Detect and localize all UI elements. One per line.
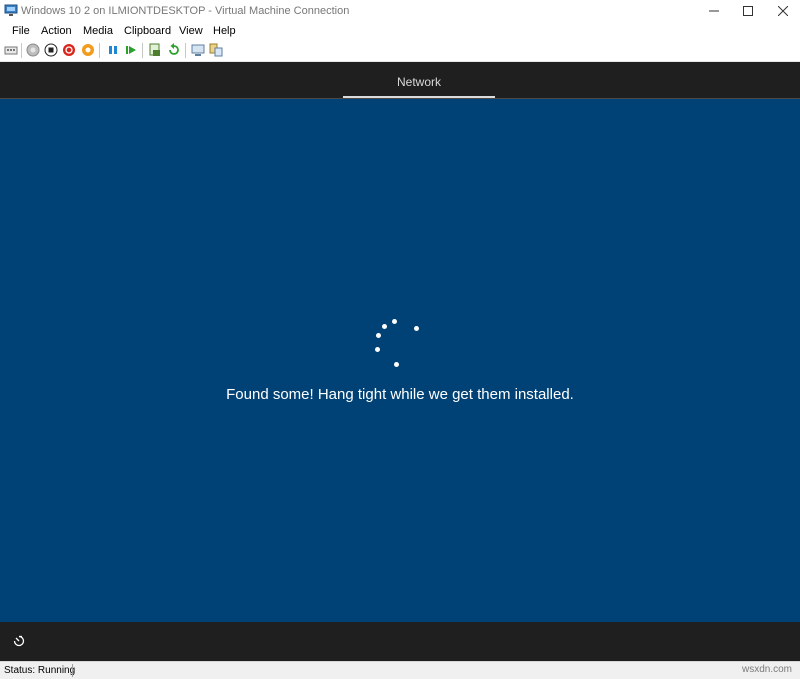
toolbar (0, 40, 800, 62)
save-icon[interactable] (81, 43, 95, 57)
menu-clipboard[interactable]: Clipboard (124, 25, 171, 37)
ctrl-alt-del-icon[interactable] (4, 43, 18, 57)
toolbar-separator (21, 43, 22, 58)
pause-icon[interactable] (106, 43, 120, 57)
start-icon[interactable] (26, 43, 40, 57)
network-tab: Network (396, 75, 441, 89)
status-separator (72, 664, 73, 677)
vm-status: Status: Running (4, 665, 76, 676)
spinner-dot (376, 333, 381, 338)
share-icon[interactable] (209, 43, 223, 57)
menu-view[interactable]: View (179, 25, 203, 37)
spinner-dot (414, 326, 419, 331)
vm-display[interactable]: Network Found some! Hang tight while we … (0, 62, 800, 661)
close-icon (777, 6, 788, 16)
toolbar-separator (99, 43, 100, 58)
installing-message: Found some! Hang tight while we get them… (226, 386, 574, 403)
enhanced-session-icon[interactable] (191, 43, 205, 57)
window-title: Windows 10 2 on ILMIONTDESKTOP - Virtual… (21, 5, 350, 17)
spinner-dot (382, 324, 387, 329)
toolbar-separator (185, 43, 186, 58)
close-button[interactable] (766, 0, 799, 22)
minimize-button[interactable] (697, 0, 730, 22)
toolbar-separator (142, 43, 143, 58)
menu-action[interactable]: Action (41, 25, 72, 37)
spinner-dot (392, 319, 397, 324)
menu-file[interactable]: File (12, 25, 30, 37)
menu-media[interactable]: Media (83, 25, 113, 37)
oobe-footer (0, 622, 800, 661)
ease-of-access-icon[interactable] (11, 633, 27, 649)
spinner-dot (394, 362, 399, 367)
menu-bar: File Action Media Clipboard View Help (0, 22, 800, 40)
maximize-button[interactable] (731, 0, 764, 22)
checkpoint-icon[interactable] (148, 43, 162, 57)
resume-icon[interactable] (124, 43, 138, 57)
shut-down-icon[interactable] (62, 43, 76, 57)
oobe-header: Network (0, 62, 800, 98)
watermark: wsxdn.com (741, 664, 792, 675)
title-bar: Windows 10 2 on ILMIONTDESKTOP - Virtual… (0, 0, 800, 22)
minimize-icon (708, 10, 719, 12)
status-bar: Status: Running wsxdn.com (0, 661, 800, 679)
turn-off-icon[interactable] (44, 43, 58, 57)
maximize-icon (742, 6, 753, 16)
revert-icon[interactable] (167, 43, 181, 57)
header-divider (0, 98, 800, 99)
vm-connection-app-icon (4, 4, 18, 16)
menu-help[interactable]: Help (213, 25, 236, 37)
spinner-dot (375, 347, 380, 352)
vm-connection-window: Windows 10 2 on ILMIONTDESKTOP - Virtual… (0, 0, 800, 679)
